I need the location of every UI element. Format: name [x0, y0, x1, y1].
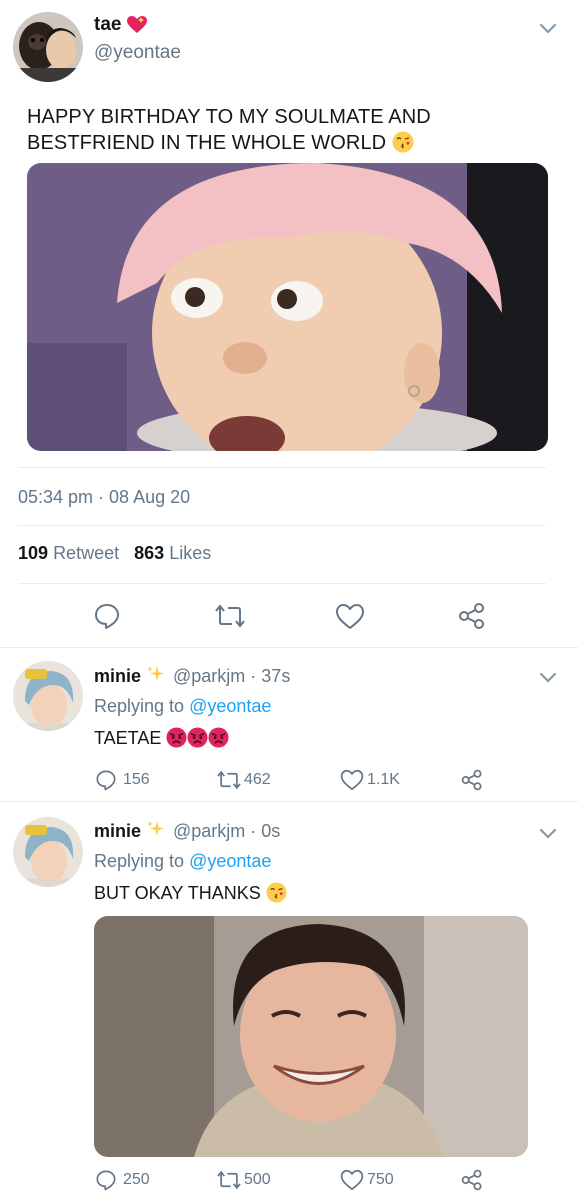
tweet-text: BUT OKAY THANKS	[94, 882, 287, 908]
share-icon[interactable]	[458, 602, 486, 630]
divider	[18, 525, 546, 526]
retweet-button[interactable]: 462	[216, 769, 271, 791]
avatar[interactable]	[13, 12, 83, 82]
kissing-face-emoji	[392, 131, 414, 160]
like-count: 863	[134, 543, 165, 563]
retweet-icon	[217, 770, 241, 790]
like-count: 1.1K	[367, 771, 400, 788]
reply-count: 250	[123, 1171, 150, 1188]
like-count: 750	[367, 1171, 394, 1188]
handle[interactable]: @parkjm · 37s	[173, 666, 290, 687]
tweet-photo[interactable]	[94, 916, 528, 1157]
replying-to-link[interactable]: @yeontae	[189, 851, 271, 871]
like-button[interactable]: 1.1K	[340, 769, 400, 791]
display-name[interactable]: minie	[94, 666, 141, 687]
reply-button[interactable]: 250	[95, 1169, 150, 1191]
heart-icon	[340, 769, 364, 791]
replying-to: Replying to @yeontae	[94, 851, 272, 871]
angry-face-emoji	[208, 727, 229, 753]
tweet-text: TAETAE	[94, 727, 229, 753]
tweet-photo[interactable]	[27, 163, 548, 451]
handle[interactable]: @parkjm · 0s	[173, 821, 280, 842]
like-label: Likes	[169, 543, 212, 563]
divider	[18, 583, 546, 584]
display-name[interactable]: minie	[94, 821, 141, 842]
reply-header[interactable]: minie @parkjm · 0s	[94, 820, 280, 843]
avatar[interactable]	[13, 661, 83, 731]
heart-icon	[340, 1169, 364, 1191]
kissing-face-emoji	[266, 882, 287, 908]
retweet-label: Retweet	[53, 543, 120, 563]
chevron-down-icon[interactable]	[539, 23, 557, 35]
avatar[interactable]	[13, 817, 83, 887]
reply-icon	[96, 770, 116, 791]
chevron-down-icon[interactable]	[539, 828, 557, 840]
sparkles-emoji	[147, 820, 165, 843]
reply-tweet[interactable]: minie @parkjm · 37s Replying to @yeontae…	[0, 649, 578, 802]
reply-tweet[interactable]: minie @parkjm · 0s Replying to @yeontae …	[0, 803, 578, 1200]
replying-to-link[interactable]: @yeontae	[189, 696, 271, 716]
reply-icon[interactable]	[93, 602, 121, 630]
sparkling-heart-emoji	[126, 16, 147, 40]
retweet-count: 500	[244, 1171, 271, 1188]
replying-to: Replying to @yeontae	[94, 696, 272, 716]
share-icon[interactable]	[461, 769, 483, 791]
retweet-count: 462	[244, 771, 271, 788]
main-tweet[interactable]: tae @yeontae HAPPY BIRTHDAY TO MY SOULMA…	[0, 0, 578, 648]
retweet-icon[interactable]	[214, 602, 246, 630]
timestamp[interactable]: 05:34 pm · 08 Aug 20	[18, 487, 190, 508]
handle[interactable]: @yeontae	[94, 42, 181, 64]
chevron-down-icon[interactable]	[539, 672, 557, 684]
reply-header[interactable]: minie @parkjm · 37s	[94, 665, 290, 688]
heart-icon[interactable]	[335, 603, 365, 630]
engagement-stats[interactable]: 109 Retweet 863 Likes	[18, 543, 211, 564]
retweet-icon	[217, 1170, 241, 1190]
display-name[interactable]: tae	[94, 14, 147, 40]
reply-count: 156	[123, 771, 150, 788]
angry-face-emoji	[166, 727, 187, 753]
retweet-button[interactable]: 500	[216, 1169, 271, 1191]
share-icon[interactable]	[461, 1169, 483, 1191]
divider	[18, 467, 546, 468]
retweet-count: 109	[18, 543, 49, 563]
reply-icon	[96, 1170, 116, 1191]
like-button[interactable]: 750	[340, 1169, 394, 1191]
tweet-text: HAPPY BIRTHDAY TO MY SOULMATE AND BESTFR…	[27, 104, 547, 160]
sparkles-emoji	[147, 665, 165, 688]
angry-face-emoji	[187, 727, 208, 753]
reply-button[interactable]: 156	[95, 769, 150, 791]
